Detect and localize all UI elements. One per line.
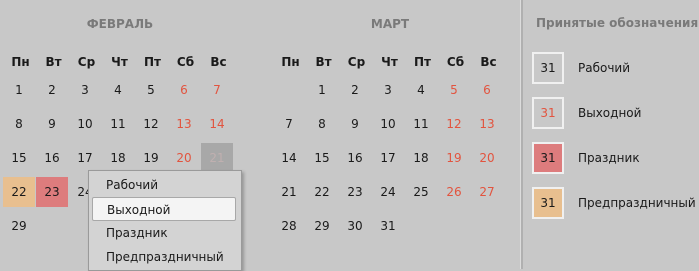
weekday-label: Чт bbox=[111, 55, 128, 69]
calendar-day[interactable]: 18 bbox=[102, 143, 134, 173]
weekday-label: Пт bbox=[414, 55, 431, 69]
legend-swatch-pre-holiday: 31 bbox=[532, 187, 564, 219]
weekday-label: Пн bbox=[281, 55, 300, 69]
calendar-day[interactable]: 23 bbox=[339, 177, 371, 207]
calendar-day[interactable]: 4 bbox=[405, 75, 437, 105]
weekday-label: Пт bbox=[144, 55, 161, 69]
calendar-day[interactable]: 10 bbox=[372, 109, 404, 139]
menu-item-day-off[interactable]: Выходной bbox=[92, 197, 236, 221]
calendar-day[interactable]: 6 bbox=[168, 75, 200, 105]
calendar-day[interactable]: 20 bbox=[471, 143, 503, 173]
calendar-day[interactable]: 15 bbox=[3, 143, 35, 173]
calendar-day[interactable]: 3 bbox=[372, 75, 404, 105]
weekday-label: Чт bbox=[381, 55, 398, 69]
calendar-day[interactable]: 6 bbox=[471, 75, 503, 105]
legend-swatch-holiday: 31 bbox=[532, 142, 564, 174]
calendar-day[interactable]: 28 bbox=[273, 211, 305, 241]
calendar-day[interactable]: 7 bbox=[273, 109, 305, 139]
calendar-day[interactable]: 17 bbox=[372, 143, 404, 173]
calendar-day[interactable]: 5 bbox=[135, 75, 167, 105]
menu-item-working[interactable]: Рабочий bbox=[92, 173, 236, 197]
calendar-day[interactable]: 21 bbox=[273, 177, 305, 207]
month-title: МАРТ bbox=[370, 17, 410, 31]
calendar-day[interactable]: 4 bbox=[102, 75, 134, 105]
weekday-label: Вс bbox=[210, 55, 227, 69]
calendar-day[interactable]: 20 bbox=[168, 143, 200, 173]
calendar-day[interactable]: 31 bbox=[372, 211, 404, 241]
weekday-label: Сб bbox=[176, 55, 195, 69]
calendar-day[interactable]: 26 bbox=[438, 177, 470, 207]
weekday-label: Ср bbox=[77, 55, 96, 69]
legend-panel: Принятые обозначения 31 Рабочий 31 Выход… bbox=[523, 0, 699, 269]
calendar-day[interactable]: 23 bbox=[36, 177, 68, 207]
calendar-day[interactable]: 10 bbox=[69, 109, 101, 139]
calendar-day[interactable]: 21 bbox=[201, 143, 233, 173]
calendar-day[interactable]: 19 bbox=[438, 143, 470, 173]
calendar-day[interactable]: 12 bbox=[438, 109, 470, 139]
menu-item-holiday[interactable]: Праздник bbox=[92, 221, 236, 245]
legend-label: Выходной bbox=[578, 106, 642, 120]
calendar-day[interactable]: 15 bbox=[306, 143, 338, 173]
calendar-day[interactable]: 2 bbox=[339, 75, 371, 105]
calendar-day[interactable]: 29 bbox=[306, 211, 338, 241]
calendar-day[interactable]: 30 bbox=[339, 211, 371, 241]
calendar-day[interactable]: 5 bbox=[438, 75, 470, 105]
calendar-day[interactable]: 29 bbox=[3, 211, 35, 241]
calendar-day[interactable]: 11 bbox=[102, 109, 134, 139]
calendar-day[interactable]: 17 bbox=[69, 143, 101, 173]
calendar-area: ФЕВРАЛЬ Пн Вт Ср Чт Пт Сб Вс 1 2 3 4 5 6 7 8 9 10 11 12 13… bbox=[0, 0, 520, 271]
weekday-label: Сб bbox=[446, 55, 465, 69]
calendar-day[interactable]: 25 bbox=[405, 177, 437, 207]
calendar-day[interactable]: 2 bbox=[36, 75, 68, 105]
weekday-label: Вс bbox=[480, 55, 497, 69]
calendar-day[interactable]: 27 bbox=[471, 177, 503, 207]
calendar-day[interactable]: 8 bbox=[306, 109, 338, 139]
calendar-day[interactable]: 16 bbox=[36, 143, 68, 173]
legend-label: Рабочий bbox=[578, 61, 631, 75]
legend-swatch-day-off: 31 bbox=[532, 97, 564, 129]
calendar-day[interactable]: 13 bbox=[168, 109, 200, 139]
weekday-label: Вт bbox=[45, 55, 62, 69]
calendar-day[interactable]: 8 bbox=[3, 109, 35, 139]
calendar-day[interactable]: 3 bbox=[69, 75, 101, 105]
calendar-day[interactable]: 12 bbox=[135, 109, 167, 139]
calendar-day[interactable]: 7 bbox=[201, 75, 233, 105]
month-title: ФЕВРАЛЬ bbox=[86, 17, 154, 31]
calendar-day[interactable]: 14 bbox=[273, 143, 305, 173]
day-type-context-menu: Рабочий Выходной Праздник Предпраздничны… bbox=[88, 170, 242, 271]
menu-item-pre-holiday[interactable]: Предпраздничный bbox=[92, 245, 236, 269]
calendar-day[interactable]: 22 bbox=[3, 177, 35, 207]
calendar-day[interactable]: 22 bbox=[306, 177, 338, 207]
calendar-day[interactable]: 18 bbox=[405, 143, 437, 173]
calendar-day[interactable]: 9 bbox=[36, 109, 68, 139]
weekday-label: Ср bbox=[347, 55, 366, 69]
calendar-day[interactable]: 13 bbox=[471, 109, 503, 139]
legend-title: Принятые обозначения bbox=[536, 16, 699, 30]
calendar-day[interactable]: 14 bbox=[201, 109, 233, 139]
calendar-day[interactable]: 16 bbox=[339, 143, 371, 173]
weekday-label: Вт bbox=[315, 55, 332, 69]
legend-swatch-working: 31 bbox=[532, 52, 564, 84]
calendar-day[interactable]: 1 bbox=[3, 75, 35, 105]
weekday-label: Пн bbox=[11, 55, 30, 69]
legend-label: Предпраздничный bbox=[578, 196, 696, 210]
calendar-day[interactable]: 11 bbox=[405, 109, 437, 139]
calendar-day[interactable]: 9 bbox=[339, 109, 371, 139]
calendar-day[interactable]: 1 bbox=[306, 75, 338, 105]
calendar-day[interactable]: 19 bbox=[135, 143, 167, 173]
calendar-day[interactable]: 24 bbox=[372, 177, 404, 207]
legend-label: Праздник bbox=[578, 151, 640, 165]
